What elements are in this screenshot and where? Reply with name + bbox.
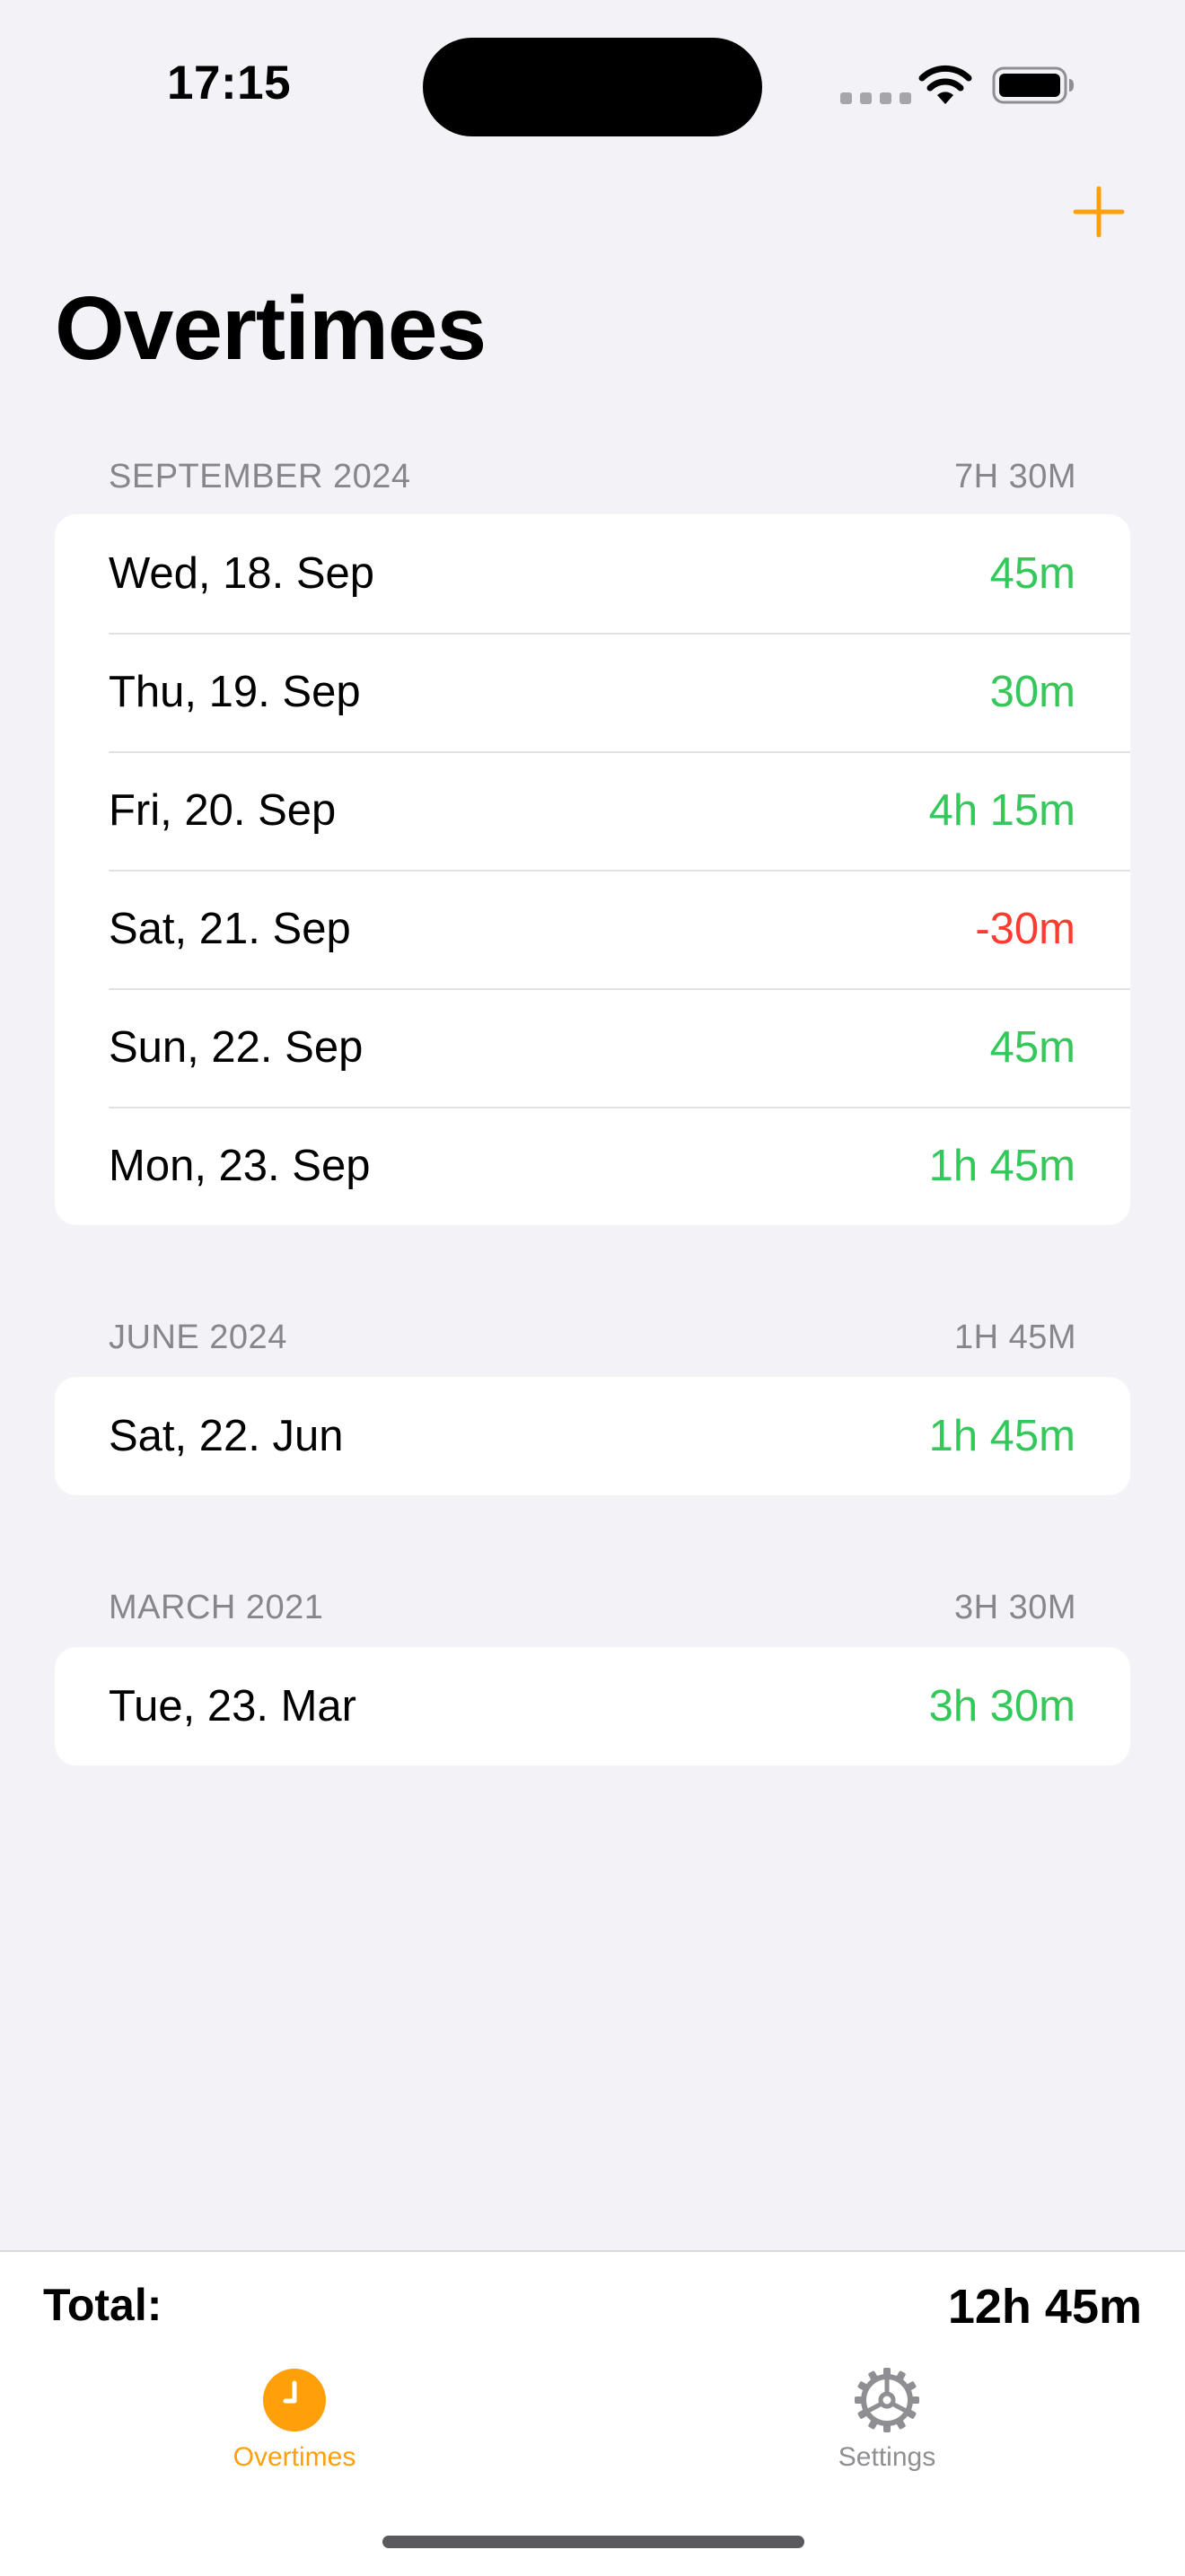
section-header-march-2021: MARCH 2021 3H 30M bbox=[109, 1589, 1076, 1627]
row-date: Sat, 21. Sep bbox=[109, 905, 351, 953]
overtime-row[interactable]: Thu, 19. Sep 30m bbox=[55, 633, 1130, 751]
row-date: Sat, 22. Jun bbox=[109, 1412, 344, 1460]
cellular-signal-icon bbox=[840, 92, 911, 104]
section-card-june-2024: Sat, 22. Jun 1h 45m bbox=[55, 1377, 1130, 1495]
section-header-september-2024: SEPTEMBER 2024 7H 30M bbox=[109, 458, 1076, 496]
tab-settings[interactable]: Settings bbox=[770, 2367, 1004, 2473]
status-time: 17:15 bbox=[167, 57, 292, 110]
battery-icon bbox=[992, 66, 1074, 104]
wifi-icon bbox=[918, 65, 972, 104]
add-button[interactable] bbox=[1072, 185, 1126, 239]
section-header-june-2024: JUNE 2024 1H 45M bbox=[109, 1319, 1076, 1357]
row-duration: 4h 15m bbox=[928, 786, 1075, 835]
row-date: Fri, 20. Sep bbox=[109, 786, 337, 835]
row-date: Tue, 23. Mar bbox=[109, 1682, 356, 1730]
dynamic-island bbox=[423, 38, 762, 136]
home-indicator[interactable] bbox=[382, 2536, 804, 2548]
page-title: Overtimes bbox=[55, 278, 487, 379]
row-date: Wed, 18. Sep bbox=[109, 549, 375, 598]
row-duration: -30m bbox=[975, 905, 1075, 953]
section-title: MARCH 2021 bbox=[109, 1589, 324, 1626]
overtime-row[interactable]: Sun, 22. Sep 45m bbox=[55, 988, 1130, 1107]
section-title: SEPTEMBER 2024 bbox=[109, 458, 411, 495]
row-duration: 1h 45m bbox=[928, 1412, 1075, 1460]
overtime-row[interactable]: Sat, 22. Jun 1h 45m bbox=[55, 1377, 1130, 1495]
row-date: Sun, 22. Sep bbox=[109, 1023, 364, 1072]
total-label: Total: bbox=[43, 2280, 162, 2330]
overtime-row[interactable]: Tue, 23. Mar 3h 30m bbox=[55, 1647, 1130, 1766]
clock-icon bbox=[263, 2369, 326, 2431]
row-duration: 30m bbox=[989, 668, 1075, 716]
total-value: 12h 45m bbox=[947, 2280, 1142, 2334]
tab-label: Settings bbox=[838, 2442, 936, 2472]
row-duration: 45m bbox=[989, 1023, 1075, 1072]
row-duration: 1h 45m bbox=[928, 1142, 1075, 1190]
section-total: 1H 45M bbox=[953, 1319, 1076, 1356]
section-title: JUNE 2024 bbox=[109, 1319, 287, 1356]
section-card-march-2021: Tue, 23. Mar 3h 30m bbox=[55, 1647, 1130, 1766]
gear-icon bbox=[855, 2368, 919, 2432]
section-total: 7H 30M bbox=[953, 458, 1076, 495]
row-duration: 3h 30m bbox=[928, 1682, 1075, 1730]
overtime-row[interactable]: Mon, 23. Sep 1h 45m bbox=[55, 1107, 1130, 1225]
tab-overtimes[interactable]: Overtimes bbox=[178, 2367, 411, 2473]
section-total: 3H 30M bbox=[953, 1589, 1076, 1626]
section-card-september-2024: Wed, 18. Sep 45m Thu, 19. Sep 30m Fri, 2… bbox=[55, 514, 1130, 1225]
overtime-row[interactable]: Sat, 21. Sep -30m bbox=[55, 870, 1130, 988]
row-date: Thu, 19. Sep bbox=[109, 668, 361, 716]
overtime-row[interactable]: Fri, 20. Sep 4h 15m bbox=[55, 751, 1130, 870]
row-duration: 45m bbox=[989, 549, 1075, 598]
tab-label: Overtimes bbox=[233, 2442, 356, 2472]
row-date: Mon, 23. Sep bbox=[109, 1142, 371, 1190]
overtime-row[interactable]: Wed, 18. Sep 45m bbox=[55, 514, 1130, 633]
bottom-bar: Total: 12h 45m Overtimes Settings bbox=[0, 2250, 1185, 2576]
